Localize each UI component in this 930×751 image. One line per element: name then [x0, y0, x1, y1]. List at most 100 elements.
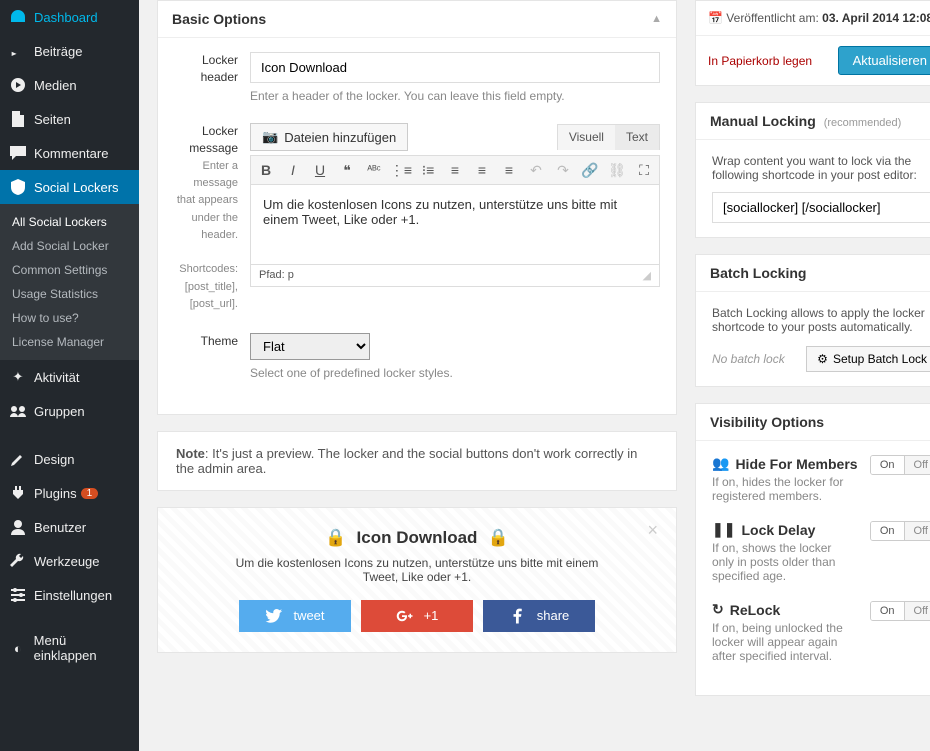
menu-activity[interactable]: ✦Aktivität: [0, 360, 139, 394]
tweet-button[interactable]: tweet: [239, 600, 351, 632]
gauge-icon: [8, 7, 28, 27]
align-center-icon[interactable]: ≡: [470, 159, 494, 181]
resize-handle[interactable]: ◢: [643, 269, 651, 282]
undo-icon[interactable]: ↶: [524, 159, 548, 181]
strike-icon[interactable]: ᴬᴮᶜ: [362, 159, 386, 181]
submenu-license[interactable]: License Manager: [0, 330, 139, 354]
comment-icon: [8, 143, 28, 163]
note-text: : It's just a preview. The locker and th…: [176, 446, 637, 476]
underline-icon[interactable]: U: [308, 159, 332, 181]
plus-one-button[interactable]: +1: [361, 600, 473, 632]
panel-title: Basic Options: [172, 11, 266, 27]
user-icon: [8, 517, 28, 537]
panel-title: Visibility Options: [710, 414, 824, 430]
align-right-icon[interactable]: ≡: [497, 159, 521, 181]
unlink-icon[interactable]: ⛓: [605, 159, 629, 181]
panel-title: Batch Locking: [710, 265, 806, 281]
submenu-howto[interactable]: How to use?: [0, 306, 139, 330]
note-label: Note: [176, 446, 205, 461]
lock-icon: 🔒: [325, 528, 346, 548]
menu-design[interactable]: Design: [0, 442, 139, 476]
chevron-up-icon[interactable]: ▲: [651, 13, 662, 25]
pin-icon: [8, 41, 28, 61]
groups-icon: [8, 401, 28, 421]
calendar-icon: 📅: [708, 11, 723, 25]
lock-icon: 🔒: [487, 528, 508, 548]
italic-icon[interactable]: I: [281, 159, 305, 181]
opt-title: Lock Delay: [741, 522, 815, 538]
tab-visual[interactable]: Visuell: [558, 125, 615, 150]
menu-social-lockers[interactable]: Social Lockers: [0, 170, 139, 204]
visibility-panel: Visibility Options ▲ 👥Hide For Members I…: [695, 403, 930, 696]
wrench-icon: [8, 551, 28, 571]
preview-panel: × 🔒 Icon Download 🔒 Um die kostenlosen I…: [157, 507, 677, 653]
note-panel: Note: It's just a preview. The locker an…: [157, 431, 677, 491]
opt-title: ReLock: [730, 602, 781, 618]
menu-posts[interactable]: Beiträge: [0, 34, 139, 68]
header-label: Locker header: [174, 52, 250, 103]
panel-header[interactable]: Visibility Options ▲: [696, 404, 930, 441]
share-button[interactable]: share: [483, 600, 595, 632]
menu-media[interactable]: Medien: [0, 68, 139, 102]
menu-users[interactable]: Benutzer: [0, 510, 139, 544]
shortcode-field[interactable]: [712, 192, 930, 223]
publish-label: Veröffentlicht am:: [726, 11, 822, 25]
panel-header[interactable]: Manual Locking (recommended) ▲: [696, 103, 930, 140]
menu-collapse[interactable]: ◐Menü einklappen: [0, 626, 139, 670]
brush-icon: [8, 449, 28, 469]
hide-members-toggle[interactable]: OnOff: [870, 455, 930, 475]
batch-status: No batch lock: [712, 352, 785, 366]
trash-link[interactable]: In Papierkorb legen: [708, 54, 812, 68]
ul-icon[interactable]: ⋮≡: [389, 159, 413, 181]
setup-batch-button[interactable]: ⚙Setup Batch Lock: [806, 346, 930, 372]
tab-text[interactable]: Text: [615, 125, 659, 150]
close-icon[interactable]: ×: [647, 520, 658, 541]
submenu-usage[interactable]: Usage Statistics: [0, 282, 139, 306]
panel-header[interactable]: Basic Options ▲: [158, 1, 676, 38]
batch-desc: Batch Locking allows to apply the locker…: [712, 306, 930, 334]
menu-comments[interactable]: Kommentare: [0, 136, 139, 170]
preview-title: 🔒 Icon Download 🔒: [178, 528, 656, 548]
menu-settings[interactable]: Einstellungen: [0, 578, 139, 612]
update-button[interactable]: Aktualisieren: [838, 46, 930, 75]
redo-icon[interactable]: ↷: [551, 159, 575, 181]
shield-icon: [8, 177, 28, 197]
media-add-icon: 📷: [262, 129, 278, 145]
lock-delay-toggle[interactable]: OnOff: [870, 521, 930, 541]
message-label: Locker message Enter a message that appe…: [174, 123, 250, 313]
panel-title: Manual Locking (recommended): [710, 113, 901, 129]
message-editor[interactable]: Um die kostenlosen Icons zu nutzen, unte…: [250, 185, 660, 265]
panel-header[interactable]: Batch Locking ▲: [696, 255, 930, 292]
menu-groups[interactable]: Gruppen: [0, 394, 139, 428]
gplus-icon: [396, 607, 414, 625]
manual-locking-panel: Manual Locking (recommended) ▲ Wrap cont…: [695, 102, 930, 238]
header-desc: Enter a header of the locker. You can le…: [250, 89, 660, 103]
add-media-button[interactable]: 📷Dateien hinzufügen: [250, 123, 408, 151]
opt-desc: If on, shows the locker only in posts ol…: [712, 541, 852, 583]
quote-icon[interactable]: ❝: [335, 159, 359, 181]
submenu-add[interactable]: Add Social Locker: [0, 234, 139, 258]
theme-select[interactable]: Flat: [250, 333, 370, 360]
bold-icon[interactable]: B: [254, 159, 278, 181]
menu-pages[interactable]: Seiten: [0, 102, 139, 136]
gear-icon: ⚙: [817, 352, 828, 366]
menu-plugins[interactable]: Plugins1: [0, 476, 139, 510]
publish-panel: 📅 Veröffentlicht am: 03. April 2014 12:0…: [695, 0, 930, 86]
align-left-icon[interactable]: ≡: [443, 159, 467, 181]
batch-locking-panel: Batch Locking ▲ Batch Locking allows to …: [695, 254, 930, 387]
opt-desc: If on, hides the locker for registered m…: [712, 475, 852, 503]
relock-toggle[interactable]: OnOff: [870, 601, 930, 621]
collapse-icon: ◐: [8, 638, 28, 658]
ol-icon[interactable]: ⁝≡: [416, 159, 440, 181]
menu-tools[interactable]: Werkzeuge: [0, 544, 139, 578]
theme-desc: Select one of predefined locker styles.: [250, 366, 660, 380]
menu-dashboard[interactable]: Dashboard: [0, 0, 139, 34]
link-icon[interactable]: 🔗: [578, 159, 602, 181]
facebook-icon: [509, 607, 527, 625]
submenu-all[interactable]: All Social Lockers: [0, 210, 139, 234]
preview-message: Um die kostenlosen Icons zu nutzen, unte…: [217, 556, 617, 584]
locker-header-input[interactable]: [250, 52, 660, 83]
fullscreen-icon[interactable]: ⛶: [632, 159, 656, 181]
media-icon: [8, 75, 28, 95]
submenu-common[interactable]: Common Settings: [0, 258, 139, 282]
